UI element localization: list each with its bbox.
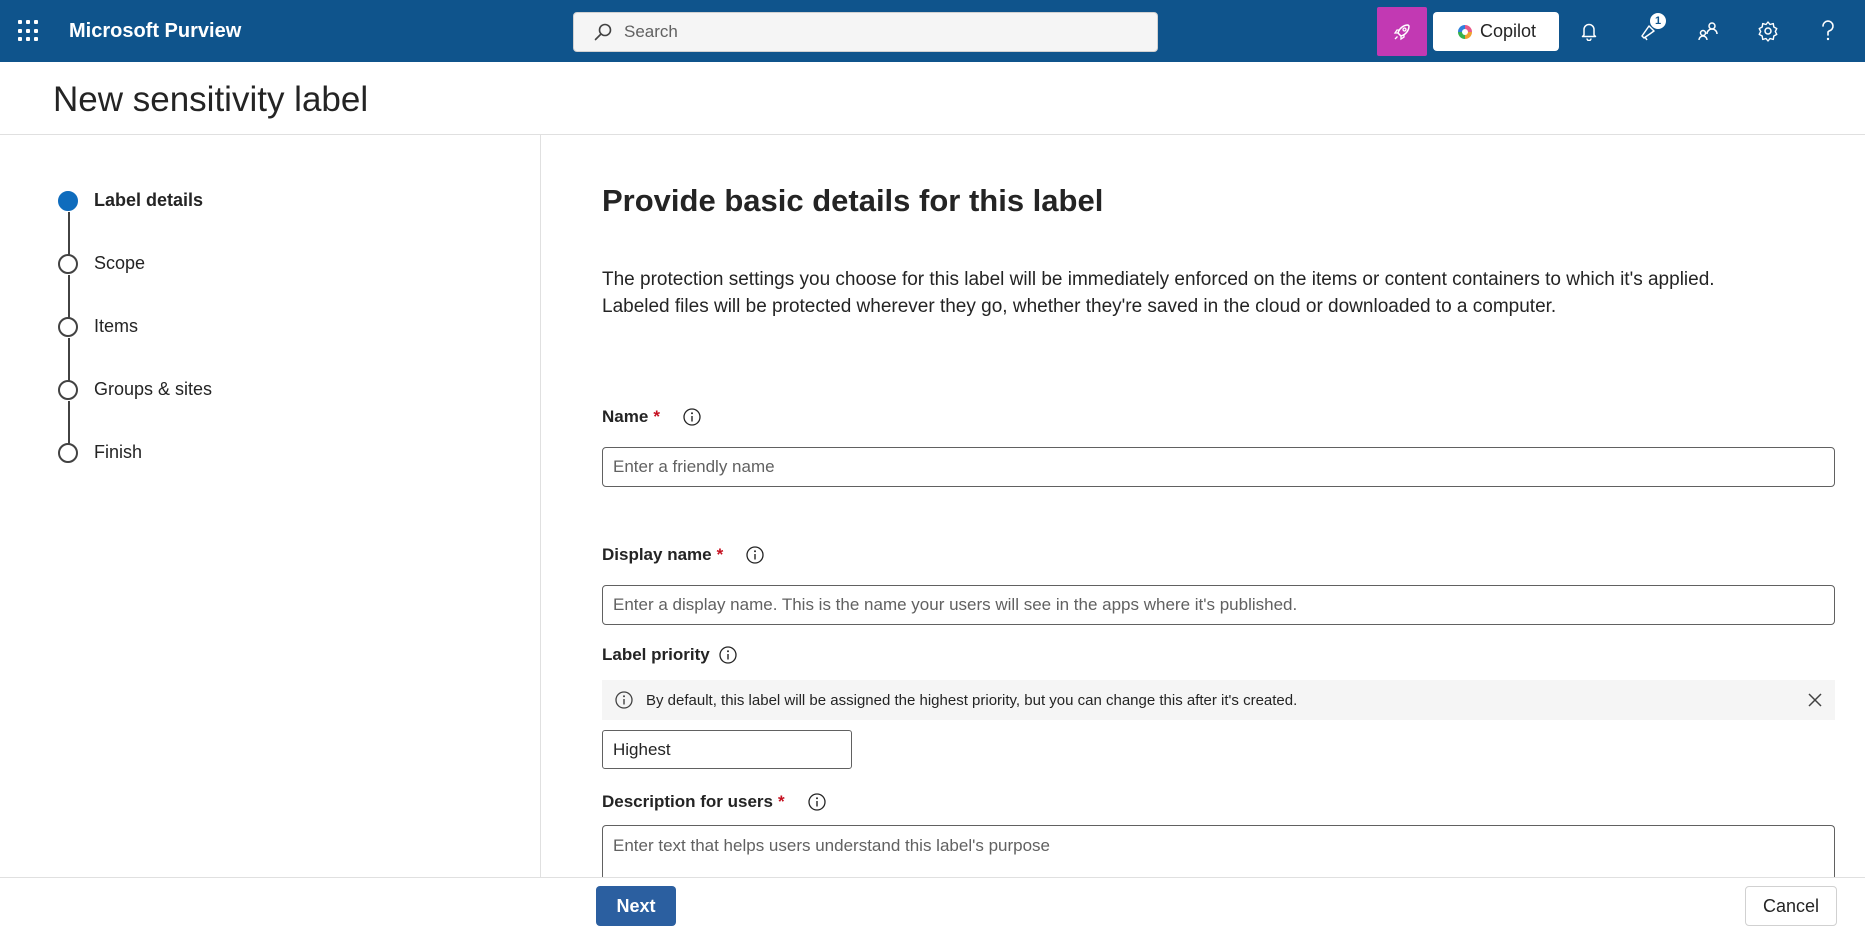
- page-title: New sensitivity label: [53, 80, 369, 119]
- name-field[interactable]: [602, 447, 1835, 487]
- step-dot-icon: [58, 442, 78, 463]
- step-active-dot-icon: [58, 190, 78, 211]
- display-name-label-text: Display name: [602, 545, 712, 564]
- intro-line-2: Labeled files will be protected wherever…: [602, 296, 1557, 317]
- step-groups-sites[interactable]: Groups & sites: [58, 379, 212, 400]
- info-icon[interactable]: [718, 645, 738, 665]
- name-label-text: Name: [602, 407, 649, 426]
- description-field[interactable]: Enter text that helps users understand t…: [602, 825, 1835, 877]
- label-priority-field[interactable]: Highest: [602, 730, 852, 769]
- banner-text: By default, this label will be assigned …: [646, 691, 1298, 709]
- display-name-field[interactable]: [602, 585, 1835, 625]
- next-button[interactable]: Next: [596, 886, 676, 926]
- required-marker: *: [716, 545, 724, 564]
- wizard-stepper: Label details Scope Items Groups & sites…: [0, 135, 541, 877]
- required-marker: *: [653, 407, 660, 426]
- step-label: Label details: [94, 190, 204, 210]
- page-header: New sensitivity label: [0, 62, 1865, 135]
- name-label: Name *: [602, 407, 702, 427]
- app-title[interactable]: Microsoft Purview: [69, 20, 241, 43]
- priority-info-banner: By default, this label will be assigned …: [602, 680, 1835, 720]
- step-dot-icon: [58, 316, 78, 337]
- label-priority-label-text: Label priority: [602, 645, 710, 664]
- intro-text: The protection settings you choose for t…: [602, 266, 1842, 320]
- wizard-footer: Next Cancel: [0, 877, 1865, 930]
- required-marker: *: [778, 792, 785, 811]
- step-label: Items: [94, 316, 139, 336]
- section-heading: Provide basic details for this label: [602, 183, 1104, 218]
- info-icon[interactable]: [682, 407, 702, 427]
- step-finish[interactable]: Finish: [58, 442, 142, 463]
- step-label: Finish: [94, 442, 143, 462]
- megaphone-icon[interactable]: 1: [1633, 12, 1667, 46]
- step-connector: [68, 275, 70, 318]
- info-icon[interactable]: [745, 545, 765, 565]
- top-bar: Microsoft Purview Copilot: [0, 0, 1865, 62]
- search-box[interactable]: [573, 12, 1158, 52]
- rocket-icon: [1393, 23, 1410, 40]
- app-launcher-icon[interactable]: [18, 20, 40, 42]
- step-connector: [68, 338, 70, 381]
- step-dot-icon: [58, 253, 78, 274]
- copilot-icon: [1457, 24, 1472, 39]
- step-dot-icon: [58, 379, 78, 400]
- notification-badge: 1: [1649, 12, 1667, 30]
- description-label-text: Description for users: [602, 792, 773, 811]
- close-icon[interactable]: [1805, 690, 1825, 710]
- help-icon[interactable]: [1813, 16, 1843, 46]
- people-community-icon[interactable]: [1693, 16, 1723, 46]
- description-label: Description for users *: [602, 792, 827, 812]
- copilot-label: Copilot: [1479, 21, 1537, 41]
- rocket-button[interactable]: [1377, 7, 1427, 56]
- step-items[interactable]: Items: [58, 316, 138, 337]
- step-connector: [68, 212, 70, 255]
- info-icon: [614, 690, 634, 710]
- copilot-button[interactable]: Copilot: [1433, 12, 1559, 51]
- display-name-label: Display name *: [602, 545, 765, 565]
- step-scope[interactable]: Scope: [58, 253, 145, 274]
- search-icon: [594, 23, 612, 41]
- cancel-button[interactable]: Cancel: [1745, 886, 1837, 926]
- step-label: Groups & sites: [94, 379, 213, 399]
- info-icon[interactable]: [807, 792, 827, 812]
- label-priority-label: Label priority: [602, 645, 738, 665]
- step-connector: [68, 401, 70, 444]
- gear-icon[interactable]: [1753, 16, 1783, 46]
- step-label-details[interactable]: Label details: [58, 190, 203, 211]
- search-input[interactable]: [624, 22, 1124, 42]
- bell-icon[interactable]: [1574, 16, 1604, 46]
- step-label: Scope: [94, 253, 146, 273]
- intro-line-1: The protection settings you choose for t…: [602, 269, 1715, 290]
